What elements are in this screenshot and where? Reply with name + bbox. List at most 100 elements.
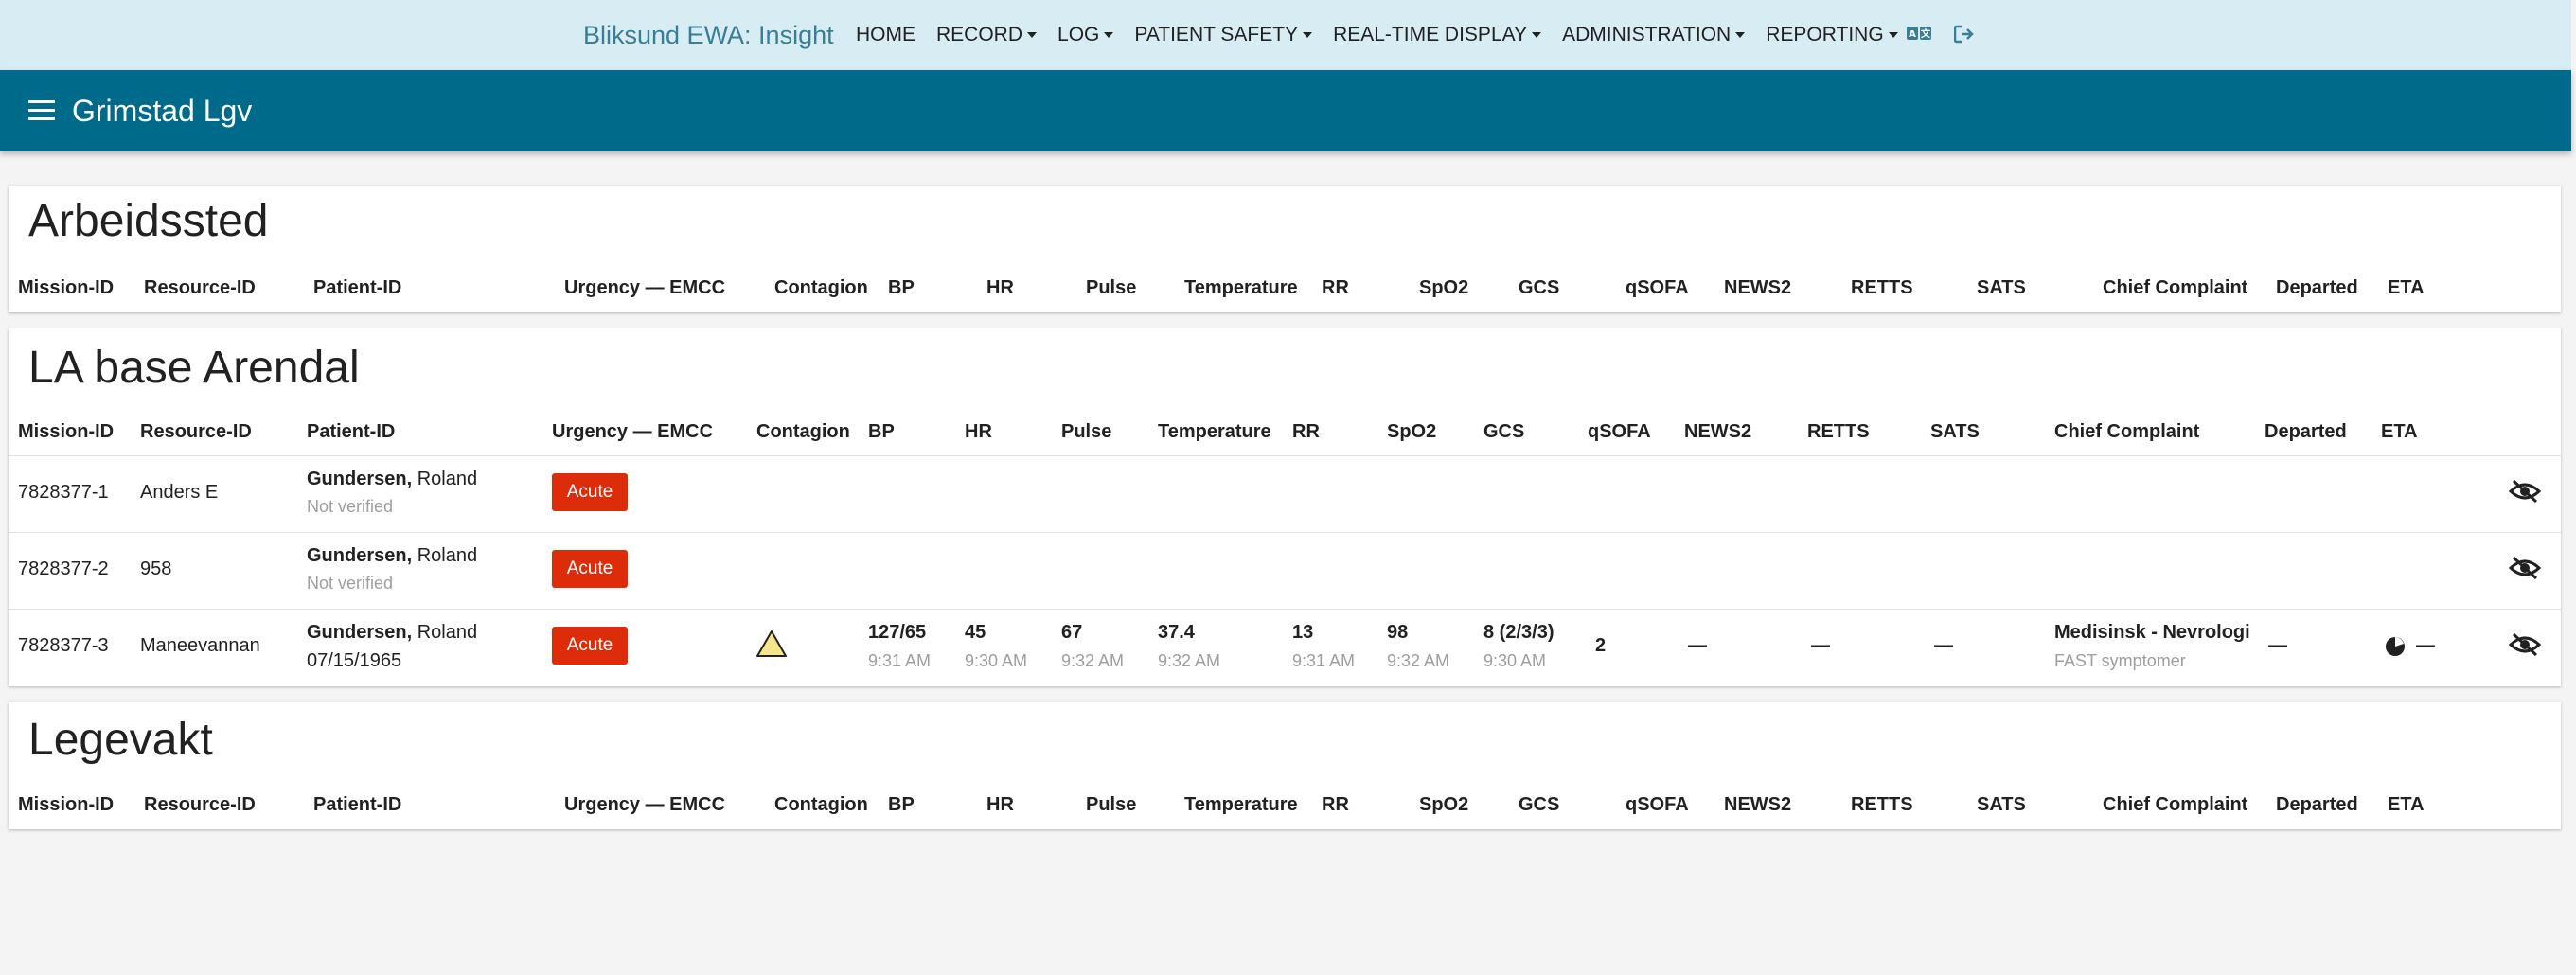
col-qsofa[interactable]: qSOFA bbox=[1588, 421, 1651, 443]
col-sats[interactable]: SATS bbox=[1977, 277, 2026, 299]
col-news2[interactable]: NEWS2 bbox=[1724, 794, 1791, 816]
col-resource-id[interactable]: Resource-ID bbox=[144, 794, 256, 816]
col-hr[interactable]: HR bbox=[965, 421, 992, 443]
col-mission-id[interactable]: Mission-ID bbox=[18, 277, 114, 299]
caret-down-icon bbox=[1027, 32, 1038, 38]
col-sats[interactable]: SATS bbox=[1977, 794, 2026, 816]
nav-real-time-display-label: REAL-TIME DISPLAY bbox=[1333, 24, 1528, 45]
hr-value: 45 bbox=[965, 622, 986, 643]
col-retts[interactable]: RETTS bbox=[1851, 794, 1913, 816]
top-navigation: Bliksund EWA: Insight HOME RECORD LOG PA… bbox=[0, 0, 2571, 70]
nav-record[interactable]: RECORD bbox=[936, 24, 1038, 46]
patient-birthdate: 07/15/1965 bbox=[307, 650, 402, 671]
nav-real-time-display[interactable]: REAL-TIME DISPLAY bbox=[1333, 24, 1542, 46]
col-qsofa[interactable]: qSOFA bbox=[1626, 277, 1689, 299]
col-mission-id[interactable]: Mission-ID bbox=[18, 421, 114, 443]
col-gcs[interactable]: GCS bbox=[1519, 794, 1559, 816]
section-title: Legevakt bbox=[28, 715, 213, 765]
col-chief-complaint[interactable]: Chief Complaint bbox=[2103, 794, 2247, 816]
col-eta[interactable]: ETA bbox=[2381, 421, 2418, 443]
col-news2[interactable]: NEWS2 bbox=[1724, 277, 1791, 299]
patient-first-name: Roland bbox=[417, 545, 478, 566]
section-legevakt: Legevakt Mission-ID Resource-ID Patient-… bbox=[9, 702, 2561, 829]
brand-link[interactable]: Bliksund EWA: Insight bbox=[583, 0, 834, 70]
patient-name[interactable]: Gundersen, Roland bbox=[307, 622, 477, 644]
col-rr[interactable]: RR bbox=[1322, 794, 1349, 816]
col-chief-complaint[interactable]: Chief Complaint bbox=[2054, 421, 2199, 443]
col-gcs[interactable]: GCS bbox=[1483, 421, 1524, 443]
patient-last-name: Gundersen, bbox=[307, 545, 413, 566]
nav-home[interactable]: HOME bbox=[856, 24, 915, 46]
patient-name[interactable]: Gundersen, Roland bbox=[307, 469, 477, 490]
col-hr[interactable]: HR bbox=[986, 794, 1014, 816]
pulse-time: 9:32 AM bbox=[1061, 651, 1125, 670]
col-temperature[interactable]: Temperature bbox=[1184, 277, 1298, 299]
col-gcs[interactable]: GCS bbox=[1519, 277, 1559, 299]
urgency-badge[interactable]: Acute bbox=[552, 627, 628, 665]
col-pulse[interactable]: Pulse bbox=[1061, 421, 1111, 443]
col-resource-id[interactable]: Resource-ID bbox=[144, 277, 256, 299]
col-temperature[interactable]: Temperature bbox=[1158, 421, 1271, 443]
nav-administration[interactable]: ADMINISTRATION bbox=[1562, 24, 1746, 46]
col-rr[interactable]: RR bbox=[1292, 421, 1320, 443]
col-spo2[interactable]: SpO2 bbox=[1387, 421, 1436, 443]
nav-log[interactable]: LOG bbox=[1057, 24, 1114, 46]
col-patient-id[interactable]: Patient-ID bbox=[313, 794, 401, 816]
hamburger-menu-icon[interactable] bbox=[28, 100, 55, 121]
logout-icon[interactable] bbox=[1951, 24, 1978, 44]
col-sats[interactable]: SATS bbox=[1930, 421, 1980, 443]
col-retts[interactable]: RETTS bbox=[1851, 277, 1913, 299]
hide-eye-icon[interactable] bbox=[2508, 555, 2542, 581]
col-bp[interactable]: BP bbox=[888, 277, 915, 299]
hide-eye-icon[interactable] bbox=[2508, 631, 2542, 658]
section-title: Arbeidssted bbox=[28, 196, 269, 246]
col-patient-id[interactable]: Patient-ID bbox=[307, 421, 395, 443]
urgency-badge[interactable]: Acute bbox=[552, 550, 628, 588]
app-bar: Grimstad Lgv bbox=[0, 70, 2571, 151]
col-eta[interactable]: ETA bbox=[2388, 277, 2425, 299]
col-spo2[interactable]: SpO2 bbox=[1419, 277, 1468, 299]
col-bp[interactable]: BP bbox=[868, 421, 895, 443]
col-temperature[interactable]: Temperature bbox=[1184, 794, 1298, 816]
col-chief-complaint[interactable]: Chief Complaint bbox=[2103, 277, 2247, 299]
nav-record-label: RECORD bbox=[936, 24, 1023, 45]
col-resource-id[interactable]: Resource-ID bbox=[140, 421, 252, 443]
col-rr[interactable]: RR bbox=[1322, 277, 1349, 299]
urgency-badge[interactable]: Acute bbox=[552, 473, 628, 511]
caret-down-icon bbox=[1888, 32, 1898, 38]
bp-value: 127/65 bbox=[868, 622, 927, 643]
pulse-value: 67 bbox=[1061, 622, 1083, 643]
col-pulse[interactable]: Pulse bbox=[1086, 794, 1136, 816]
col-contagion[interactable]: Contagion bbox=[756, 421, 850, 443]
patient-name[interactable]: Gundersen, Roland bbox=[307, 545, 477, 567]
col-urgency[interactable]: Urgency — EMCC bbox=[564, 277, 725, 299]
col-qsofa[interactable]: qSOFA bbox=[1626, 794, 1689, 816]
col-pulse[interactable]: Pulse bbox=[1086, 277, 1136, 299]
col-mission-id[interactable]: Mission-ID bbox=[18, 794, 114, 816]
col-eta[interactable]: ETA bbox=[2388, 794, 2425, 816]
main-menu: HOME RECORD LOG PATIENT SAFETY REAL-TIME… bbox=[856, 0, 1919, 70]
col-hr[interactable]: HR bbox=[986, 277, 1014, 299]
section-arbeidssted: Arbeidssted Mission-ID Resource-ID Patie… bbox=[9, 186, 2561, 312]
col-urgency[interactable]: Urgency — EMCC bbox=[552, 421, 713, 443]
col-spo2[interactable]: SpO2 bbox=[1419, 794, 1468, 816]
col-news2[interactable]: NEWS2 bbox=[1684, 421, 1751, 443]
temperature-value: 37.4 bbox=[1158, 622, 1195, 643]
col-departed[interactable]: Departed bbox=[2276, 277, 2358, 299]
row-divider bbox=[9, 609, 2561, 610]
col-bp[interactable]: BP bbox=[888, 794, 915, 816]
col-departed[interactable]: Departed bbox=[2276, 794, 2358, 816]
nav-log-label: LOG bbox=[1057, 24, 1100, 45]
col-contagion[interactable]: Contagion bbox=[774, 277, 868, 299]
col-patient-id[interactable]: Patient-ID bbox=[313, 277, 401, 299]
col-departed[interactable]: Departed bbox=[2265, 421, 2347, 443]
translate-icon[interactable]: A 文 bbox=[1906, 24, 1932, 44]
warning-triangle-icon[interactable] bbox=[755, 629, 788, 658]
nav-patient-safety[interactable]: PATIENT SAFETY bbox=[1134, 24, 1313, 46]
patient-first-name: Roland bbox=[417, 469, 478, 489]
col-retts[interactable]: RETTS bbox=[1807, 421, 1870, 443]
nav-reporting[interactable]: REPORTING bbox=[1766, 24, 1898, 46]
col-urgency[interactable]: Urgency — EMCC bbox=[564, 794, 725, 816]
hide-eye-icon[interactable] bbox=[2508, 478, 2542, 505]
col-contagion[interactable]: Contagion bbox=[774, 794, 868, 816]
